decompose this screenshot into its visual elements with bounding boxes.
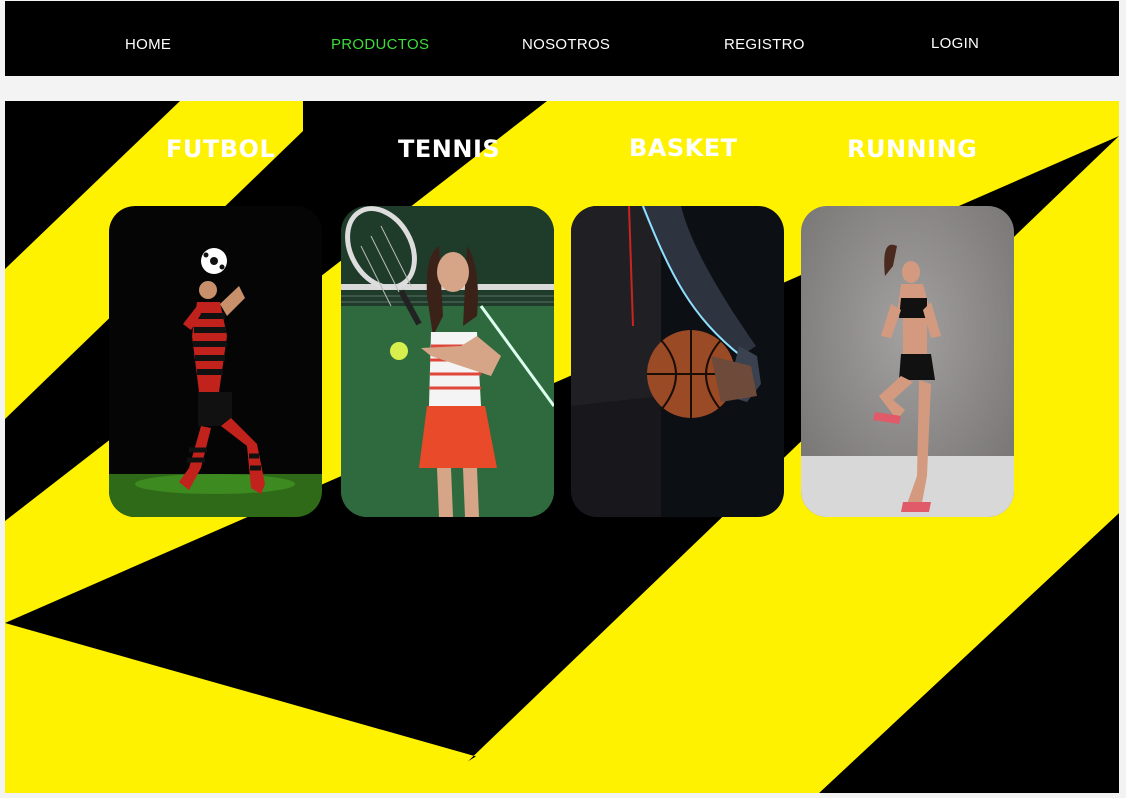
category-card-tennis[interactable] <box>341 206 554 517</box>
category-card-basket[interactable] <box>571 206 784 517</box>
nav-nosotros[interactable]: NOSOTROS <box>522 36 610 54</box>
basketball-player-photo <box>571 206 784 517</box>
category-card-running[interactable] <box>801 206 1014 517</box>
category-title-futbol[interactable]: FUTBOL <box>166 135 275 163</box>
soccer-player-photo <box>109 206 322 517</box>
top-navbar: HOME PRODUCTOS NOSOTROS REGISTRO LOGIN <box>5 1 1119 76</box>
category-title-basket[interactable]: BASKET <box>629 134 738 162</box>
nav-login[interactable]: LOGIN <box>931 35 979 53</box>
nav-home[interactable]: HOME <box>125 36 171 54</box>
runner-athlete-photo <box>801 206 1014 517</box>
tennis-player-photo <box>341 206 554 517</box>
category-title-running[interactable]: RUNNING <box>847 135 977 163</box>
nav-registro[interactable]: REGISTRO <box>724 36 805 54</box>
nav-productos[interactable]: PRODUCTOS <box>331 36 429 54</box>
category-title-tennis[interactable]: TENNIS <box>398 135 500 163</box>
category-card-futbol[interactable] <box>109 206 322 517</box>
categories-hero: FUTBOL TENNIS BASKET RUNNING <box>5 101 1119 793</box>
